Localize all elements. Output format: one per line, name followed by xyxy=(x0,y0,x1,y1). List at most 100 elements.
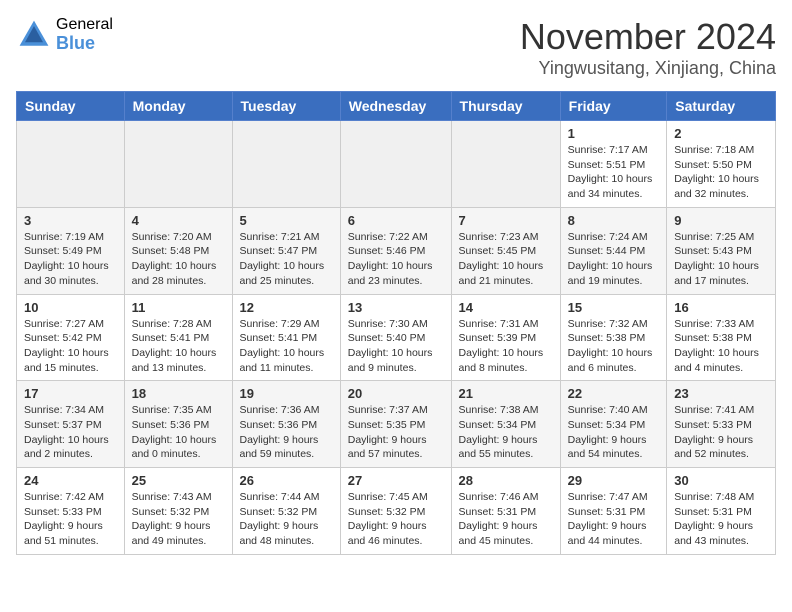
calendar-week-4: 17 Sunrise: 7:34 AMSunset: 5:37 PMDayligh… xyxy=(17,381,776,468)
calendar-day xyxy=(232,121,340,208)
day-number: 17 xyxy=(24,386,117,401)
calendar-day: 22 Sunrise: 7:40 AMSunset: 5:34 PMDayligh… xyxy=(560,381,667,468)
day-number: 18 xyxy=(132,386,225,401)
header-monday: Monday xyxy=(124,92,232,121)
header-wednesday: Wednesday xyxy=(340,92,451,121)
day-number: 13 xyxy=(348,300,444,315)
calendar-day: 28Sunrise: 7:46 AMSunset: 5:31 PMDayligh… xyxy=(451,468,560,555)
day-info: Sunrise: 7:19 AMSunset: 5:49 PMDaylight:… xyxy=(24,230,117,289)
day-number: 8 xyxy=(568,213,660,228)
day-info: Sunrise: 7:28 AMSunset: 5:41 PMDaylight:… xyxy=(132,317,225,376)
day-info: Sunrise: 7:32 AMSunset: 5:38 PMDaylight:… xyxy=(568,317,660,376)
day-number: 2 xyxy=(674,126,768,141)
day-number: 25 xyxy=(132,473,225,488)
day-info: Sunrise: 7:42 AMSunset: 5:33 PMDaylight:… xyxy=(24,490,117,549)
calendar-day xyxy=(340,121,451,208)
calendar-day: 14 Sunrise: 7:31 AMSunset: 5:39 PMDayligh… xyxy=(451,294,560,381)
calendar-day: 2 Sunrise: 7:18 AMSunset: 5:50 PMDaylight… xyxy=(667,121,776,208)
calendar-day: 21 Sunrise: 7:38 AMSunset: 5:34 PMDayligh… xyxy=(451,381,560,468)
calendar-week-3: 10 Sunrise: 7:27 AMSunset: 5:42 PMDayligh… xyxy=(17,294,776,381)
day-number: 21 xyxy=(459,386,553,401)
calendar-week-2: 3 Sunrise: 7:19 AMSunset: 5:49 PMDaylight… xyxy=(17,207,776,294)
header-sunday: Sunday xyxy=(17,92,125,121)
calendar-day: 1 Sunrise: 7:17 AMSunset: 5:51 PMDaylight… xyxy=(560,121,667,208)
calendar: Sunday Monday Tuesday Wednesday Thursday… xyxy=(16,91,776,555)
day-info: Sunrise: 7:24 AMSunset: 5:44 PMDaylight:… xyxy=(568,230,660,289)
day-number: 24 xyxy=(24,473,117,488)
day-number: 11 xyxy=(132,300,225,315)
day-number: 14 xyxy=(459,300,553,315)
day-info: Sunrise: 7:21 AMSunset: 5:47 PMDaylight:… xyxy=(240,230,333,289)
day-number: 5 xyxy=(240,213,333,228)
day-number: 12 xyxy=(240,300,333,315)
day-number: 7 xyxy=(459,213,553,228)
day-info: Sunrise: 7:18 AMSunset: 5:50 PMDaylight:… xyxy=(674,143,768,202)
logo: General Blue xyxy=(16,16,113,53)
calendar-day: 26Sunrise: 7:44 AMSunset: 5:32 PMDayligh… xyxy=(232,468,340,555)
day-info: Sunrise: 7:38 AMSunset: 5:34 PMDaylight:… xyxy=(459,403,553,462)
day-number: 26 xyxy=(240,473,333,488)
day-number: 27 xyxy=(348,473,444,488)
day-number: 10 xyxy=(24,300,117,315)
day-number: 30 xyxy=(674,473,768,488)
day-number: 3 xyxy=(24,213,117,228)
day-number: 15 xyxy=(568,300,660,315)
location-title: Yingwusitang, Xinjiang, China xyxy=(520,58,776,79)
day-number: 4 xyxy=(132,213,225,228)
calendar-day xyxy=(451,121,560,208)
calendar-day: 24 Sunrise: 7:42 AMSunset: 5:33 PMDayligh… xyxy=(17,468,125,555)
calendar-day xyxy=(124,121,232,208)
day-info: Sunrise: 7:31 AMSunset: 5:39 PMDaylight:… xyxy=(459,317,553,376)
logo-text: General Blue xyxy=(56,16,113,53)
header-friday: Friday xyxy=(560,92,667,121)
calendar-day: 18 Sunrise: 7:35 AMSunset: 5:36 PMDayligh… xyxy=(124,381,232,468)
calendar-week-5: 24 Sunrise: 7:42 AMSunset: 5:33 PMDayligh… xyxy=(17,468,776,555)
day-info: Sunrise: 7:47 AMSunset: 5:31 PMDaylight:… xyxy=(568,490,660,549)
day-info: Sunrise: 7:37 AMSunset: 5:35 PMDaylight:… xyxy=(348,403,444,462)
day-info: Sunrise: 7:23 AMSunset: 5:45 PMDaylight:… xyxy=(459,230,553,289)
calendar-day: 10 Sunrise: 7:27 AMSunset: 5:42 PMDayligh… xyxy=(17,294,125,381)
calendar-day: 13Sunrise: 7:30 AMSunset: 5:40 PMDayligh… xyxy=(340,294,451,381)
day-info: Sunrise: 7:45 AMSunset: 5:32 PMDaylight:… xyxy=(348,490,444,549)
calendar-day: 29 Sunrise: 7:47 AMSunset: 5:31 PMDayligh… xyxy=(560,468,667,555)
day-number: 9 xyxy=(674,213,768,228)
day-info: Sunrise: 7:41 AMSunset: 5:33 PMDaylight:… xyxy=(674,403,768,462)
calendar-day: 15 Sunrise: 7:32 AMSunset: 5:38 PMDayligh… xyxy=(560,294,667,381)
calendar-day: 20Sunrise: 7:37 AMSunset: 5:35 PMDayligh… xyxy=(340,381,451,468)
header-thursday: Thursday xyxy=(451,92,560,121)
day-number: 28 xyxy=(459,473,553,488)
day-number: 19 xyxy=(240,386,333,401)
day-number: 22 xyxy=(568,386,660,401)
day-info: Sunrise: 7:35 AMSunset: 5:36 PMDaylight:… xyxy=(132,403,225,462)
day-info: Sunrise: 7:25 AMSunset: 5:43 PMDaylight:… xyxy=(674,230,768,289)
title-area: November 2024 Yingwusitang, Xinjiang, Ch… xyxy=(520,16,776,79)
calendar-day: 23Sunrise: 7:41 AMSunset: 5:33 PMDayligh… xyxy=(667,381,776,468)
day-info: Sunrise: 7:33 AMSunset: 5:38 PMDaylight:… xyxy=(674,317,768,376)
day-number: 29 xyxy=(568,473,660,488)
calendar-day: 9 Sunrise: 7:25 AMSunset: 5:43 PMDaylight… xyxy=(667,207,776,294)
day-info: Sunrise: 7:20 AMSunset: 5:48 PMDaylight:… xyxy=(132,230,225,289)
day-info: Sunrise: 7:40 AMSunset: 5:34 PMDaylight:… xyxy=(568,403,660,462)
day-number: 6 xyxy=(348,213,444,228)
day-info: Sunrise: 7:27 AMSunset: 5:42 PMDaylight:… xyxy=(24,317,117,376)
calendar-day: 4 Sunrise: 7:20 AMSunset: 5:48 PMDaylight… xyxy=(124,207,232,294)
header-saturday: Saturday xyxy=(667,92,776,121)
calendar-day: 27 Sunrise: 7:45 AMSunset: 5:32 PMDayligh… xyxy=(340,468,451,555)
calendar-day: 11 Sunrise: 7:28 AMSunset: 5:41 PMDayligh… xyxy=(124,294,232,381)
calendar-day xyxy=(17,121,125,208)
day-info: Sunrise: 7:17 AMSunset: 5:51 PMDaylight:… xyxy=(568,143,660,202)
calendar-day: 7 Sunrise: 7:23 AMSunset: 5:45 PMDaylight… xyxy=(451,207,560,294)
calendar-day: 19Sunrise: 7:36 AMSunset: 5:36 PMDayligh… xyxy=(232,381,340,468)
day-number: 1 xyxy=(568,126,660,141)
logo-general: General xyxy=(56,16,113,34)
calendar-day: 3 Sunrise: 7:19 AMSunset: 5:49 PMDaylight… xyxy=(17,207,125,294)
calendar-day: 12 Sunrise: 7:29 AMSunset: 5:41 PMDayligh… xyxy=(232,294,340,381)
calendar-day: 8 Sunrise: 7:24 AMSunset: 5:44 PMDaylight… xyxy=(560,207,667,294)
day-info: Sunrise: 7:34 AMSunset: 5:37 PMDaylight:… xyxy=(24,403,117,462)
calendar-day: 17 Sunrise: 7:34 AMSunset: 5:37 PMDayligh… xyxy=(17,381,125,468)
day-number: 16 xyxy=(674,300,768,315)
calendar-day: 30Sunrise: 7:48 AMSunset: 5:31 PMDayligh… xyxy=(667,468,776,555)
calendar-day: 16 Sunrise: 7:33 AMSunset: 5:38 PMDayligh… xyxy=(667,294,776,381)
day-info: Sunrise: 7:29 AMSunset: 5:41 PMDaylight:… xyxy=(240,317,333,376)
calendar-header-row: Sunday Monday Tuesday Wednesday Thursday… xyxy=(17,92,776,121)
